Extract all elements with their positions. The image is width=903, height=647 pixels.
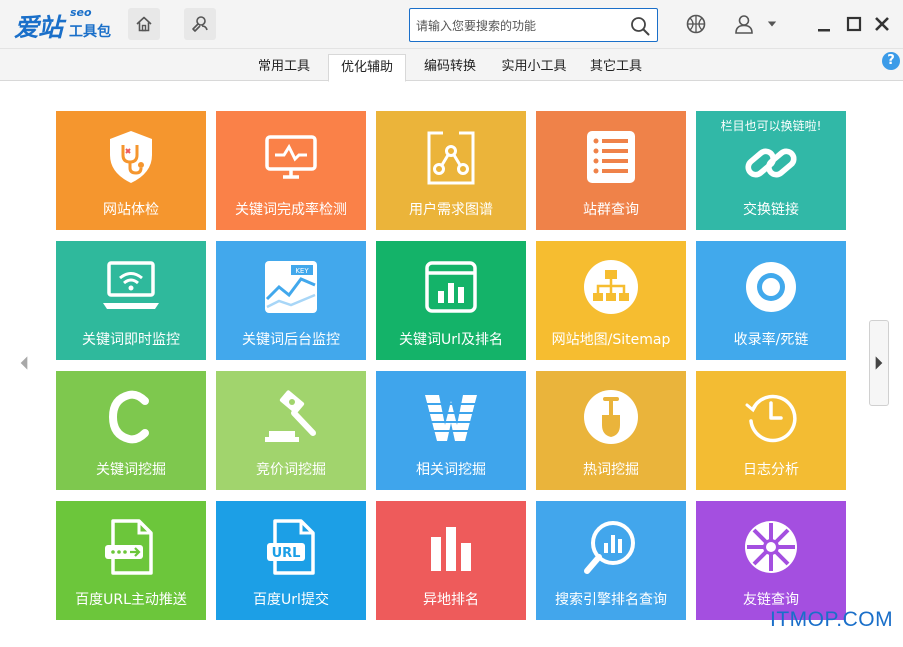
basketball-icon bbox=[686, 14, 706, 34]
tile-index-rate[interactable]: 收录率/死链 bbox=[696, 241, 846, 360]
tile-label: 竞价词挖掘 bbox=[256, 462, 326, 478]
letter-w-icon bbox=[423, 395, 479, 441]
chevron-down-icon bbox=[767, 21, 777, 27]
logo-main-text: 爱站 bbox=[14, 13, 63, 42]
logo-seo-text: seo bbox=[70, 6, 92, 19]
tools-button[interactable] bbox=[184, 8, 216, 40]
tile-baidu-url-push[interactable]: 百度URL主动推送 bbox=[56, 501, 206, 620]
wrench-user-icon bbox=[192, 16, 208, 32]
user-button[interactable] bbox=[732, 12, 756, 36]
prev-page-arrow[interactable] bbox=[14, 320, 34, 406]
tab-common-tools[interactable]: 常用工具 bbox=[250, 54, 318, 81]
tile-link-exchange[interactable]: 栏目也可以换链啦! 交换链接 bbox=[696, 111, 846, 230]
tile-remote-ranking[interactable]: 异地排名 bbox=[376, 501, 526, 620]
app-logo: 爱站 seo 工具包 bbox=[14, 6, 114, 42]
tile-label: 收录率/死链 bbox=[733, 332, 809, 348]
tile-keyword-backend-monitor[interactable]: KEY 关键词后台监控 bbox=[216, 241, 366, 360]
tile-keyword-completion[interactable]: 关键词完成率检测 bbox=[216, 111, 366, 230]
ring-icon bbox=[746, 262, 796, 312]
close-icon bbox=[875, 17, 889, 31]
tile-keyword-instant-monitor[interactable]: 关键词即时监控 bbox=[56, 241, 206, 360]
user-icon bbox=[735, 15, 753, 34]
tile-label: 关键词挖掘 bbox=[96, 462, 166, 478]
file-url-icon: URL bbox=[267, 519, 315, 575]
tile-search-engine-ranking[interactable]: 搜索引擎排名查询 bbox=[536, 501, 686, 620]
list-icon bbox=[587, 131, 635, 183]
letter-c-icon bbox=[108, 390, 149, 444]
file-arrow-icon bbox=[105, 519, 153, 575]
tile-label: 相关词挖掘 bbox=[416, 462, 486, 478]
tile-label: 网站地图/Sitemap bbox=[551, 332, 671, 348]
tile-label: 交换链接 bbox=[743, 202, 799, 218]
wheel-icon bbox=[745, 521, 797, 573]
tile-bid-keyword-mining[interactable]: 竞价词挖掘 bbox=[216, 371, 366, 490]
title-bar: 爱站 seo 工具包 bbox=[0, 0, 903, 49]
link-icon bbox=[745, 148, 797, 178]
laptop-wifi-icon bbox=[103, 261, 159, 309]
tile-label: 关键词完成率检测 bbox=[235, 202, 347, 218]
next-page-arrow[interactable] bbox=[869, 320, 889, 406]
chart-key-icon: KEY bbox=[265, 261, 317, 313]
chevron-left-icon bbox=[20, 356, 28, 370]
clock-icon bbox=[745, 394, 797, 443]
tile-label: 百度Url提交 bbox=[253, 592, 329, 608]
tile-sitemap[interactable]: 网站地图/Sitemap bbox=[536, 241, 686, 360]
monitor-pulse-icon bbox=[265, 135, 317, 179]
tile-site-checkup[interactable]: 网站体检 bbox=[56, 111, 206, 230]
tile-related-keyword-mining[interactable]: 相关词挖掘 bbox=[376, 371, 526, 490]
search-input[interactable] bbox=[416, 16, 626, 36]
tile-label: 日志分析 bbox=[743, 462, 799, 478]
tab-utilities[interactable]: 实用小工具 bbox=[494, 54, 574, 81]
tile-label: 关键词即时监控 bbox=[82, 332, 180, 348]
tile-note: 栏目也可以换链啦! bbox=[720, 119, 822, 133]
home-button[interactable] bbox=[128, 8, 160, 40]
svg-text:KEY: KEY bbox=[295, 267, 309, 275]
maximize-button[interactable] bbox=[842, 12, 866, 36]
skin-button[interactable] bbox=[684, 12, 708, 36]
gavel-icon bbox=[265, 390, 316, 442]
tile-log-analysis[interactable]: 日志分析 bbox=[696, 371, 846, 490]
close-button[interactable] bbox=[870, 12, 894, 36]
tab-optimization[interactable]: 优化辅助 bbox=[328, 54, 406, 82]
chevron-right-icon bbox=[875, 356, 883, 370]
bar-chart-window-icon bbox=[425, 261, 477, 313]
tile-label: 关键词Url及排名 bbox=[399, 332, 503, 348]
tile-label: 关键词后台监控 bbox=[242, 332, 340, 348]
shovel-icon bbox=[584, 390, 638, 444]
tile-demand-graph[interactable]: 用户需求图谱 bbox=[376, 111, 526, 230]
tab-bar: 常用工具 优化辅助 编码转换 实用小工具 其它工具 bbox=[0, 49, 903, 82]
tile-label: 用户需求图谱 bbox=[409, 202, 493, 218]
tile-hot-keyword-mining[interactable]: 热词挖掘 bbox=[536, 371, 686, 490]
sitemap-icon bbox=[584, 260, 638, 314]
logo-sub-text: 工具包 bbox=[69, 24, 111, 40]
tile-keyword-url-ranking[interactable]: 关键词Url及排名 bbox=[376, 241, 526, 360]
search-icon[interactable] bbox=[629, 15, 651, 37]
tab-other-tools[interactable]: 其它工具 bbox=[582, 54, 650, 81]
home-icon bbox=[136, 16, 152, 32]
tile-label: 百度URL主动推送 bbox=[75, 592, 187, 608]
watermark-text: ITMOP.COM bbox=[770, 608, 894, 631]
tile-label: 网站体检 bbox=[103, 202, 159, 218]
tile-baidu-url-submit[interactable]: URL 百度Url提交 bbox=[216, 501, 366, 620]
shield-stethoscope-icon bbox=[110, 131, 152, 183]
tile-label: 异地排名 bbox=[423, 592, 479, 608]
search-box[interactable] bbox=[409, 8, 658, 42]
tile-label: 搜索引擎排名查询 bbox=[555, 592, 667, 608]
user-menu-dropdown[interactable] bbox=[764, 12, 780, 36]
maximize-icon bbox=[846, 16, 862, 32]
bars-icon bbox=[431, 527, 471, 571]
graph-nodes-icon bbox=[427, 131, 475, 185]
tile-keyword-mining[interactable]: 关键词挖掘 bbox=[56, 371, 206, 490]
magnifier-chart-icon bbox=[584, 521, 635, 574]
minimize-button[interactable] bbox=[812, 12, 836, 36]
tile-label: 友链查询 bbox=[743, 592, 799, 608]
help-icon[interactable]: ? bbox=[882, 52, 900, 70]
tile-friend-link-query[interactable]: 友链查询 bbox=[696, 501, 846, 620]
tab-encoding[interactable]: 编码转换 bbox=[416, 54, 484, 81]
tile-label: 热词挖掘 bbox=[583, 462, 639, 478]
minimize-icon bbox=[818, 29, 830, 32]
tile-label: 站群查询 bbox=[583, 202, 639, 218]
svg-text:URL: URL bbox=[272, 546, 301, 561]
tile-site-group[interactable]: 站群查询 bbox=[536, 111, 686, 230]
